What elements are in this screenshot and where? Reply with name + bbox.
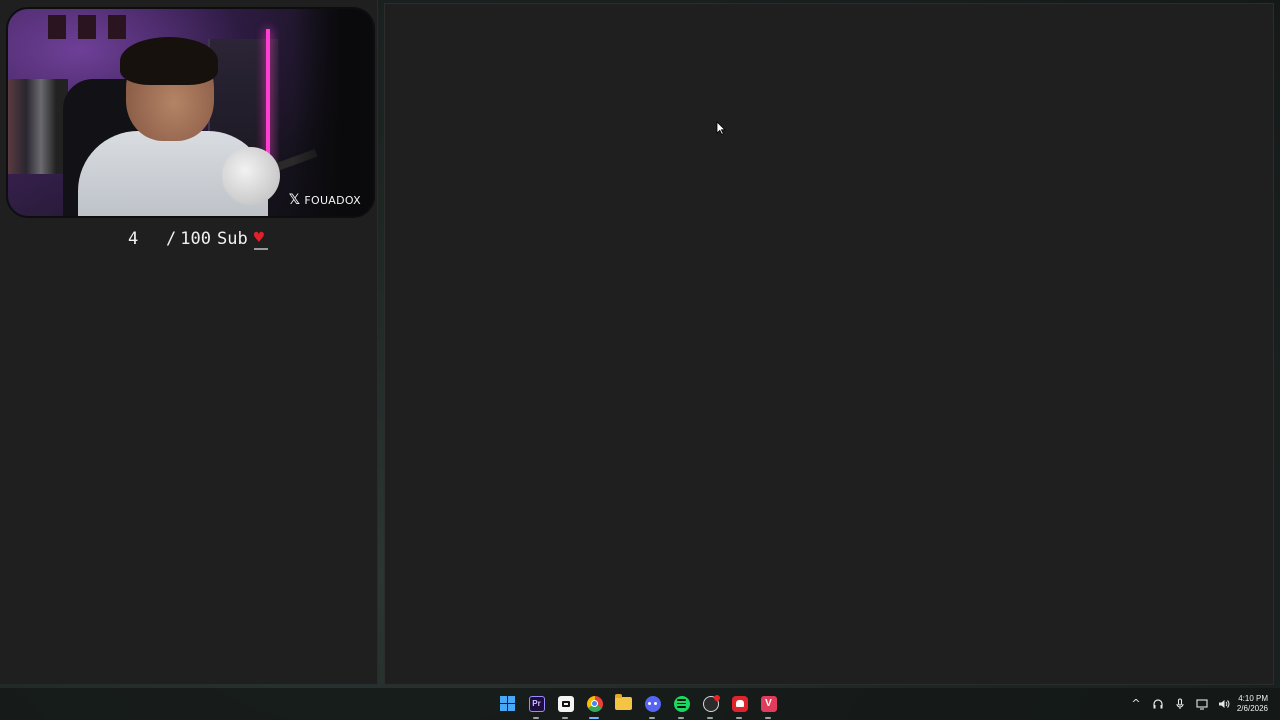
webcam-feed: 𝕏 FOUADOX bbox=[6, 7, 375, 218]
red-app-icon bbox=[731, 695, 748, 712]
clothes-rack bbox=[8, 79, 68, 174]
x-logo-icon: 𝕏 bbox=[288, 192, 301, 208]
streamer-hair bbox=[120, 37, 218, 85]
taskbar: Pr V ^ 4:10 PM 2/6/2026 bbox=[0, 688, 1280, 720]
spotify-icon bbox=[673, 695, 690, 712]
clock-date: 2/6/2026 bbox=[1236, 704, 1268, 713]
webcam-shadow bbox=[293, 9, 373, 216]
microphone bbox=[222, 147, 280, 205]
taskbar-app-file-explorer[interactable] bbox=[612, 692, 635, 715]
taskbar-app-obs[interactable] bbox=[699, 692, 722, 719]
headphones-icon[interactable] bbox=[1152, 698, 1164, 710]
wall-poster bbox=[78, 15, 96, 39]
premiere-icon: Pr bbox=[528, 695, 545, 712]
chevron-up-icon[interactable]: ^ bbox=[1130, 698, 1142, 710]
network-icon[interactable] bbox=[1196, 698, 1208, 710]
running-indicator bbox=[533, 717, 539, 719]
mouse-cursor-icon bbox=[716, 121, 726, 135]
stream-overlay-panel: 𝕏 FOUADOX 4 / 100 Sub ♥ bbox=[0, 0, 378, 684]
windows-icon bbox=[500, 696, 515, 711]
wall-poster bbox=[48, 15, 66, 39]
clock-time: 4:10 PM bbox=[1238, 694, 1268, 703]
running-indicator bbox=[765, 717, 771, 719]
running-indicator bbox=[649, 717, 655, 719]
sub-goal: 100 bbox=[180, 229, 211, 249]
taskbar-clock[interactable]: 4:10 PM 2/6/2026 bbox=[1237, 694, 1268, 714]
taskbar-apps: Pr V bbox=[496, 692, 780, 719]
sub-goal-counter: 4 / 100 Sub ♥ bbox=[128, 226, 298, 252]
chrome-icon bbox=[586, 695, 603, 712]
running-indicator bbox=[562, 717, 568, 719]
system-tray: ^ bbox=[1130, 696, 1230, 712]
main-window[interactable] bbox=[384, 3, 1274, 685]
taskbar-app-discord[interactable] bbox=[641, 692, 664, 719]
heart-icon: ♥ bbox=[253, 228, 270, 250]
pink-app-icon: V bbox=[760, 695, 777, 712]
taskbar-app-capcut[interactable] bbox=[554, 692, 577, 719]
capcut-icon bbox=[557, 695, 574, 712]
taskbar-app-spotify[interactable] bbox=[670, 692, 693, 719]
microphone-icon[interactable] bbox=[1174, 698, 1186, 710]
sub-slash: / bbox=[166, 229, 177, 249]
webcam-watermark: 𝕏 FOUADOX bbox=[289, 192, 361, 208]
active-indicator bbox=[589, 717, 599, 719]
taskbar-app-pink-app[interactable]: V bbox=[757, 692, 780, 719]
running-indicator bbox=[678, 717, 684, 719]
sub-count: 4 bbox=[128, 229, 139, 249]
taskbar-app-red-app[interactable] bbox=[728, 692, 751, 719]
folder-icon bbox=[615, 694, 632, 710]
taskbar-app-premiere-pro[interactable]: Pr bbox=[525, 692, 548, 719]
watermark-handle: FOUADOX bbox=[304, 193, 361, 207]
wall-poster bbox=[108, 15, 126, 39]
obs-icon bbox=[702, 694, 720, 712]
running-indicator bbox=[736, 717, 742, 719]
sub-label: Sub bbox=[216, 229, 248, 249]
start-button[interactable] bbox=[496, 692, 519, 715]
discord-icon bbox=[644, 695, 661, 712]
taskbar-app-chrome[interactable] bbox=[583, 692, 606, 719]
volume-icon[interactable] bbox=[1218, 698, 1230, 710]
running-indicator bbox=[707, 717, 713, 719]
